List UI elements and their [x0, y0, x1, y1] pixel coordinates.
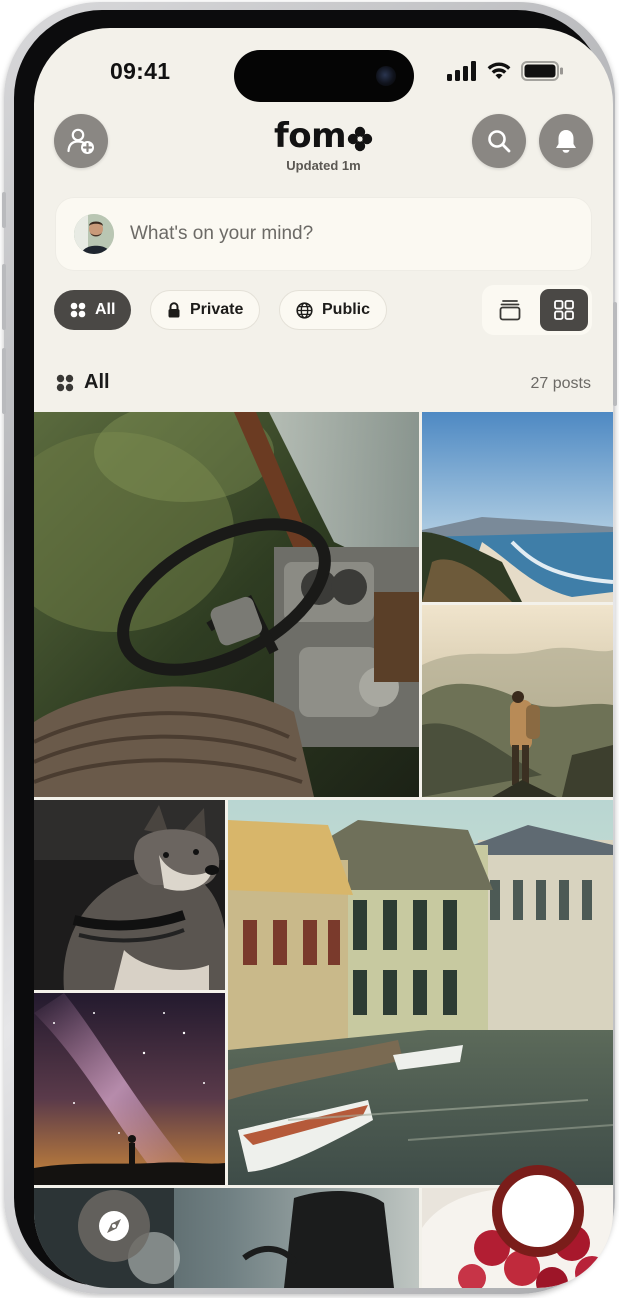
photo-dog — [34, 800, 225, 990]
section-title: All — [56, 371, 110, 394]
updated-label: Updated 1m — [286, 158, 361, 173]
photo-town-canal — [228, 800, 613, 1185]
section-title-text: All — [84, 371, 110, 393]
photo-tile-truck[interactable] — [34, 412, 419, 797]
filter-all-label: All — [95, 301, 116, 318]
app-logo: fom — [34, 116, 613, 156]
camera-shutter-icon — [499, 1172, 577, 1250]
volume-down-button — [2, 348, 6, 414]
status-time: 09:41 — [110, 58, 171, 84]
avatar-portrait — [74, 214, 114, 254]
flower-logo-icon — [347, 126, 373, 152]
phone-frame: 09:41 fom Updated 1m What's on your mind… — [2, 2, 617, 1294]
grid-view-button[interactable] — [540, 289, 588, 331]
filter-all-chip[interactable]: All — [54, 290, 132, 330]
phone-bezel: 09:41 fom Updated 1m What's on your mind… — [14, 10, 613, 1288]
stack-view-icon — [499, 300, 521, 321]
grid-view-icon — [554, 300, 574, 320]
wifi-icon — [487, 62, 511, 79]
power-button — [613, 302, 617, 406]
view-toggle — [482, 285, 592, 335]
stack-view-button[interactable] — [486, 289, 534, 331]
action-button — [2, 192, 6, 228]
globe-icon — [296, 301, 313, 319]
filter-public-label: Public — [322, 301, 371, 318]
filter-private-label: Private — [190, 301, 244, 318]
camera-capture-button[interactable] — [492, 1165, 584, 1257]
volume-up-button — [2, 264, 6, 330]
front-camera-icon — [376, 66, 396, 86]
grid-dots-icon — [56, 374, 74, 391]
status-icons — [447, 60, 565, 82]
composer-input[interactable] — [130, 223, 550, 245]
filter-private-chip[interactable]: Private — [150, 290, 261, 330]
user-avatar[interactable] — [74, 214, 114, 254]
search-button[interactable] — [472, 114, 526, 168]
photo-truck-interior — [34, 412, 419, 797]
photo-tile-canal[interactable] — [228, 800, 613, 1185]
battery-icon — [521, 61, 563, 81]
photo-tile-hiker[interactable] — [422, 605, 613, 797]
photo-tile-beach[interactable] — [422, 412, 613, 602]
compass-icon — [99, 1211, 129, 1241]
filter-public-chip[interactable]: Public — [279, 290, 388, 330]
photo-milky-way — [34, 993, 225, 1185]
post-count: 27 posts — [530, 375, 591, 392]
dynamic-island — [234, 50, 414, 102]
photo-tile-dog[interactable] — [34, 800, 225, 990]
lock-icon — [168, 302, 180, 318]
explore-button[interactable] — [78, 1190, 150, 1262]
photo-hiker-mountains — [422, 605, 613, 797]
grid-dots-icon — [70, 302, 86, 318]
notifications-button[interactable] — [539, 114, 593, 168]
photo-beach-coast — [422, 412, 613, 602]
screen: 09:41 fom Updated 1m What's on your mind… — [34, 28, 613, 1288]
signal-icon — [447, 61, 476, 81]
post-composer[interactable] — [56, 198, 591, 270]
photo-tile-milky-way[interactable] — [34, 993, 225, 1185]
bell-icon — [556, 130, 576, 153]
search-icon — [488, 130, 511, 153]
logo-text: fom — [273, 116, 347, 156]
